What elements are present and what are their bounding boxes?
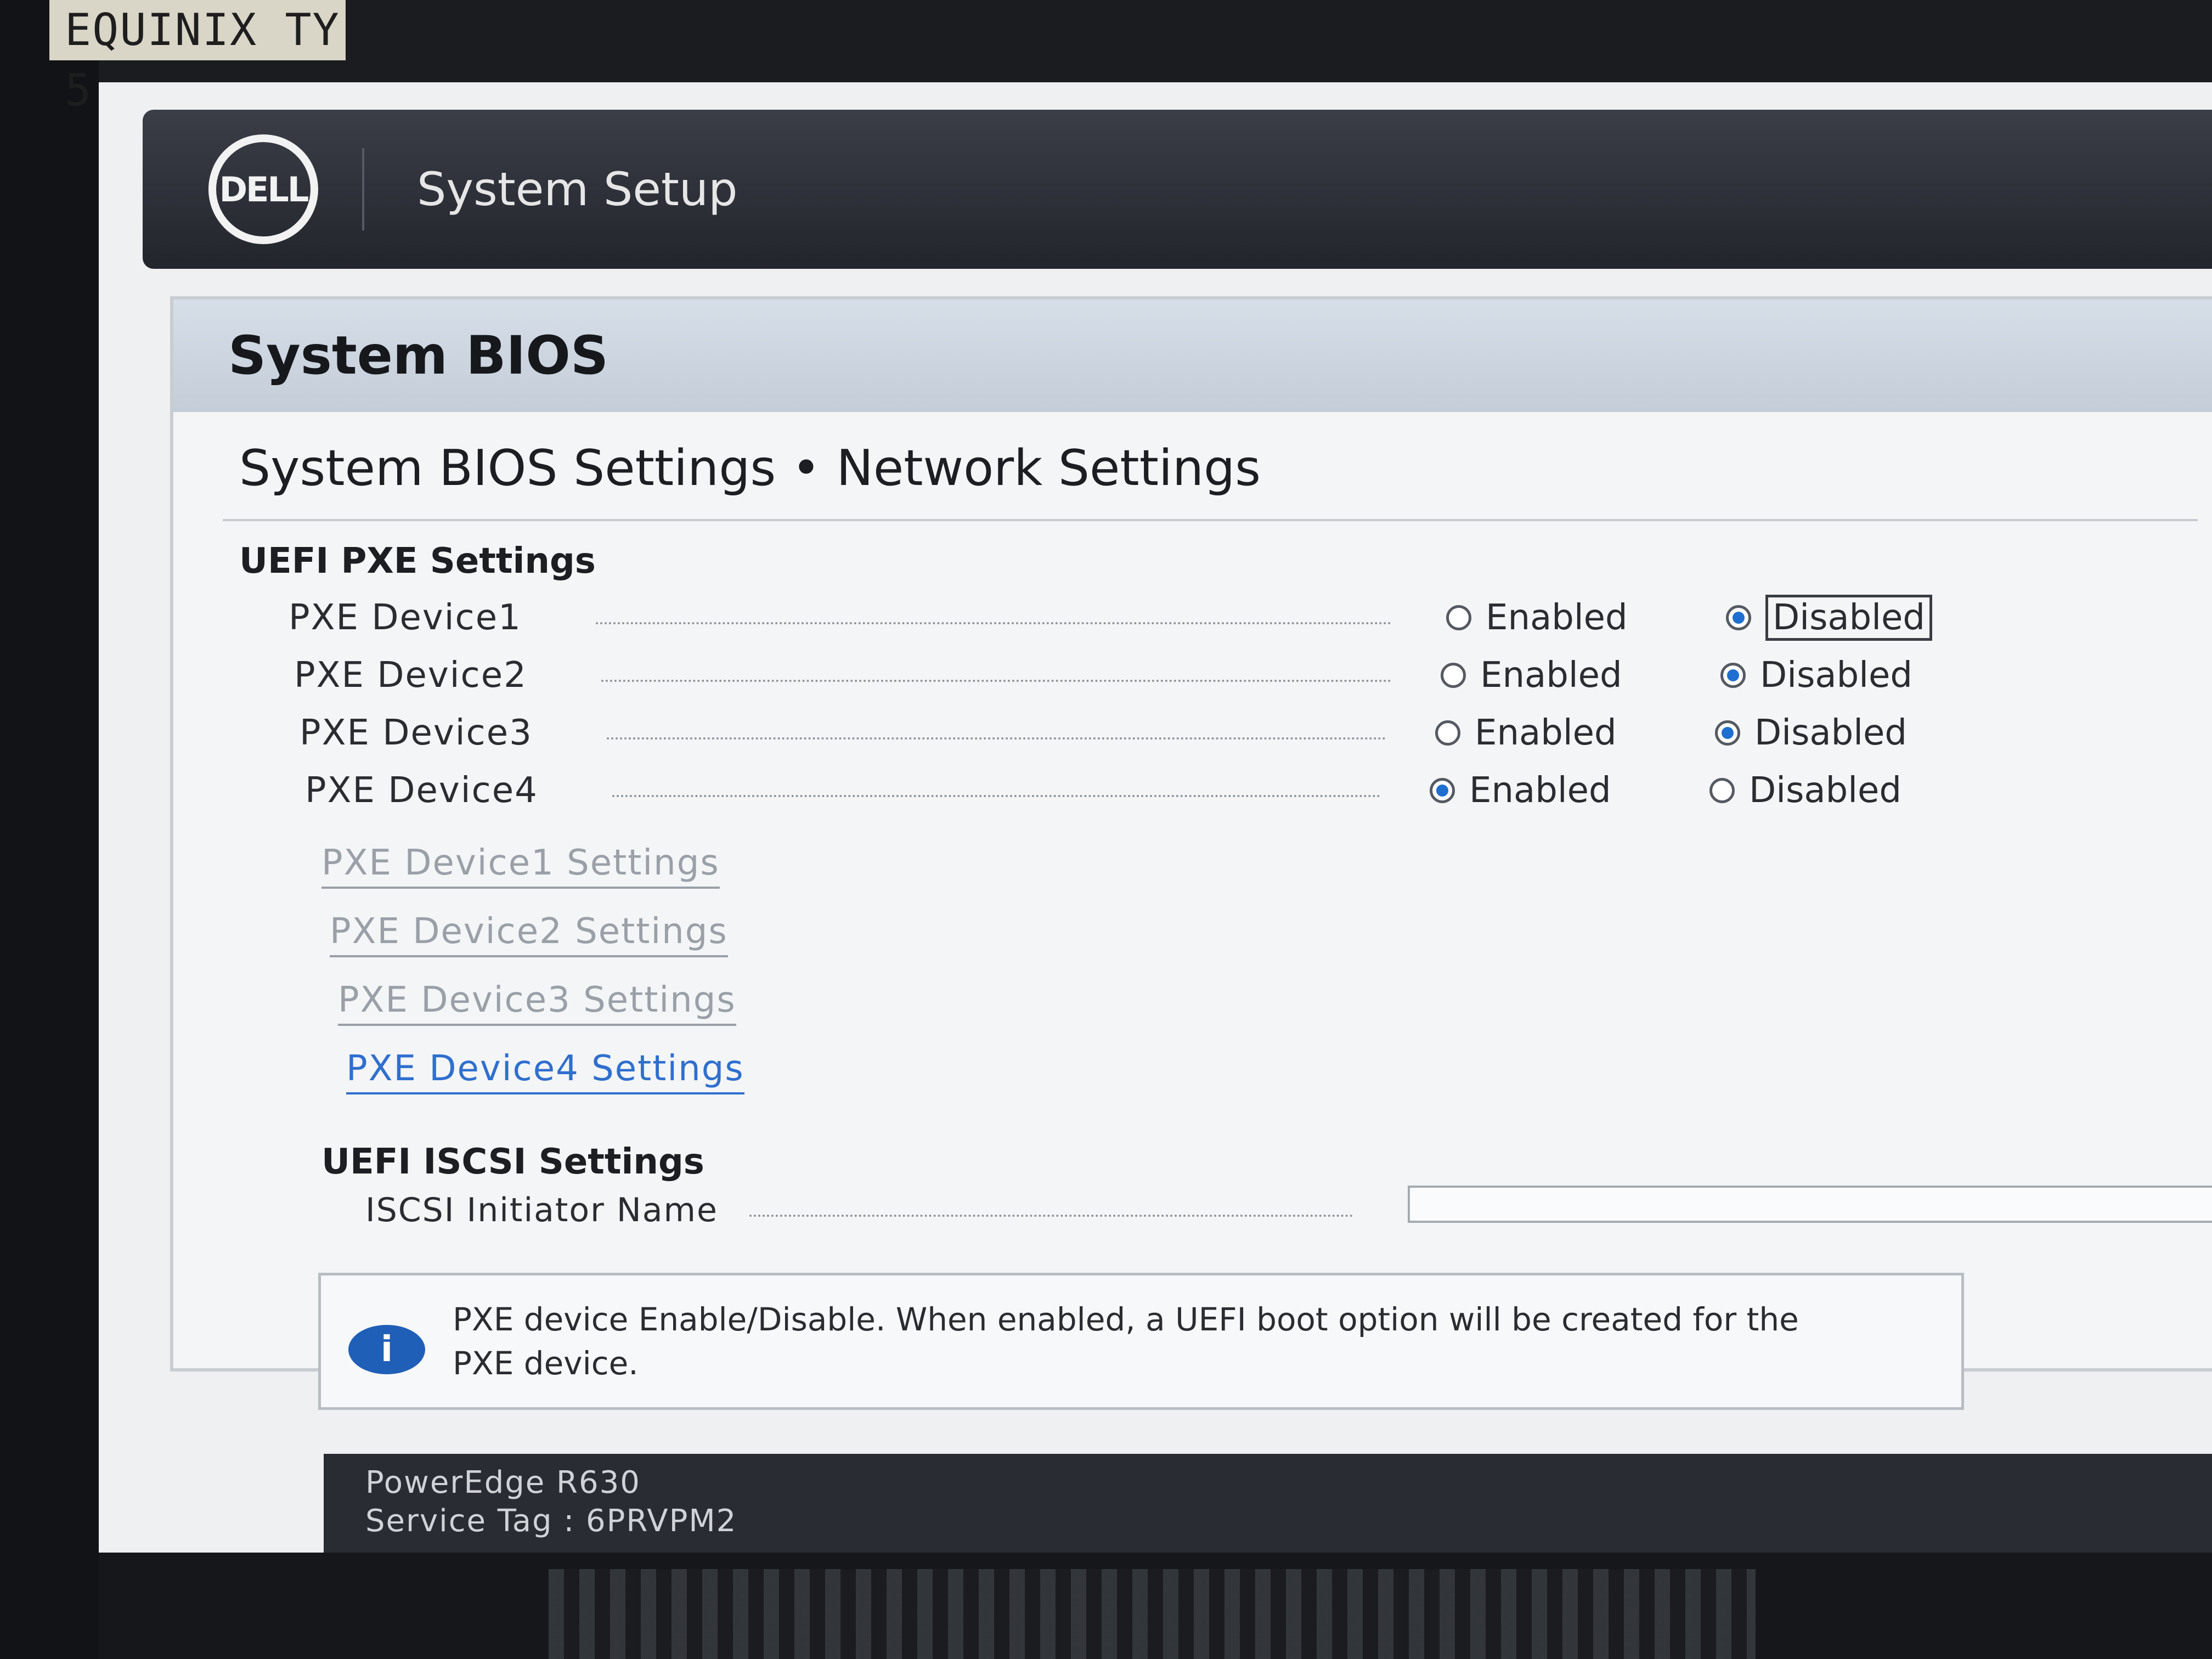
pxe-device1-disabled-option[interactable]: Disabled (1726, 590, 1933, 645)
iscsi-initiator-name-input[interactable] (1408, 1186, 2212, 1223)
pxe-device-label: PXE Device4 (305, 770, 538, 811)
footer-bar: PowerEdge R630 Service Tag : 6PRVPM2 (324, 1454, 2212, 1553)
pxe-device-label: PXE Device1 (289, 597, 522, 638)
radio-selected-icon[interactable] (1720, 663, 1746, 688)
section-title-iscsi: UEFI ISCSI Settings (321, 1142, 704, 1182)
radio-off-icon[interactable] (1446, 605, 1471, 630)
pxe-device-row: PXE Device1 Enabled Disabled (289, 590, 2044, 645)
bios-screen: DELL System Setup System BIOS System BIO… (99, 82, 2212, 1553)
radio-selected-icon[interactable] (1726, 605, 1751, 630)
focus-outline: Disabled (1765, 595, 1933, 641)
radio-selected-icon[interactable] (1715, 720, 1740, 746)
breadcrumb: System BIOS Settings • Network Settings (239, 439, 1261, 497)
iscsi-initiator-label: ISCSI Initiator Name (365, 1191, 718, 1229)
help-box: i PXE device Enable/Disable. When enable… (318, 1273, 1964, 1410)
monitor-stand (549, 1569, 1756, 1659)
pxe-device4-disabled-option[interactable]: Disabled (1709, 763, 1901, 818)
pxe-device2-settings-link[interactable]: PXE Device2 Settings (330, 911, 728, 957)
leader-dots (596, 622, 1391, 624)
help-text-line: PXE device Enable/Disable. When enabled,… (453, 1301, 1799, 1338)
pxe-device3-enabled-option[interactable]: Enabled (1435, 706, 1617, 760)
pxe-device-row: PXE Device3 Enabled Disabled (300, 706, 2055, 760)
leader-dots (749, 1215, 1353, 1217)
pxe-device3-disabled-option[interactable]: Disabled (1715, 706, 1907, 760)
asset-label-sticker: EQUINIX TY 5 (49, 0, 346, 116)
radio-selected-icon[interactable] (1430, 778, 1455, 803)
radio-off-icon[interactable] (1435, 720, 1460, 746)
help-text-line: PXE device. (453, 1345, 639, 1382)
brand-divider (362, 148, 364, 230)
section-title-pxe: UEFI PXE Settings (239, 541, 596, 582)
pxe-device4-settings-link[interactable]: PXE Device4 Settings (346, 1048, 744, 1094)
leader-dots (612, 795, 1380, 797)
pxe-device-label: PXE Device3 (300, 713, 533, 753)
service-tag: Service Tag : 6PRVPM2 (365, 1503, 737, 1539)
info-icon: i (348, 1325, 425, 1374)
dell-logo-icon: DELL (208, 134, 318, 244)
app-title: System Setup (417, 162, 738, 216)
brand-bar: DELL System Setup (143, 110, 2212, 269)
radio-off-icon[interactable] (1441, 663, 1466, 688)
pxe-device-row: PXE Device4 Enabled Disabled (305, 763, 2061, 818)
radio-off-icon[interactable] (1709, 778, 1735, 803)
main-panel: System BIOS System BIOS Settings • Netwo… (170, 296, 2212, 1372)
pxe-device3-settings-link[interactable]: PXE Device3 Settings (338, 980, 736, 1026)
pxe-device2-disabled-option[interactable]: Disabled (1720, 648, 1912, 703)
pxe-device1-enabled-option[interactable]: Enabled (1446, 590, 1628, 645)
pxe-device1-settings-link[interactable]: PXE Device1 Settings (321, 843, 720, 889)
leader-dots (601, 680, 1391, 682)
pxe-device-label: PXE Device2 (294, 655, 527, 696)
pxe-device2-enabled-option[interactable]: Enabled (1441, 648, 1622, 703)
page-title: System BIOS (173, 300, 2212, 412)
pxe-device4-enabled-option[interactable]: Enabled (1430, 763, 1611, 818)
header-divider (223, 519, 2198, 521)
system-model: PowerEdge R630 (365, 1465, 641, 1500)
leader-dots (607, 737, 1386, 740)
monitor-bezel-left (0, 0, 99, 1659)
pxe-device-row: PXE Device2 Enabled Disabled (294, 648, 2050, 703)
help-text: PXE device Enable/Disable. When enabled,… (453, 1297, 1934, 1385)
